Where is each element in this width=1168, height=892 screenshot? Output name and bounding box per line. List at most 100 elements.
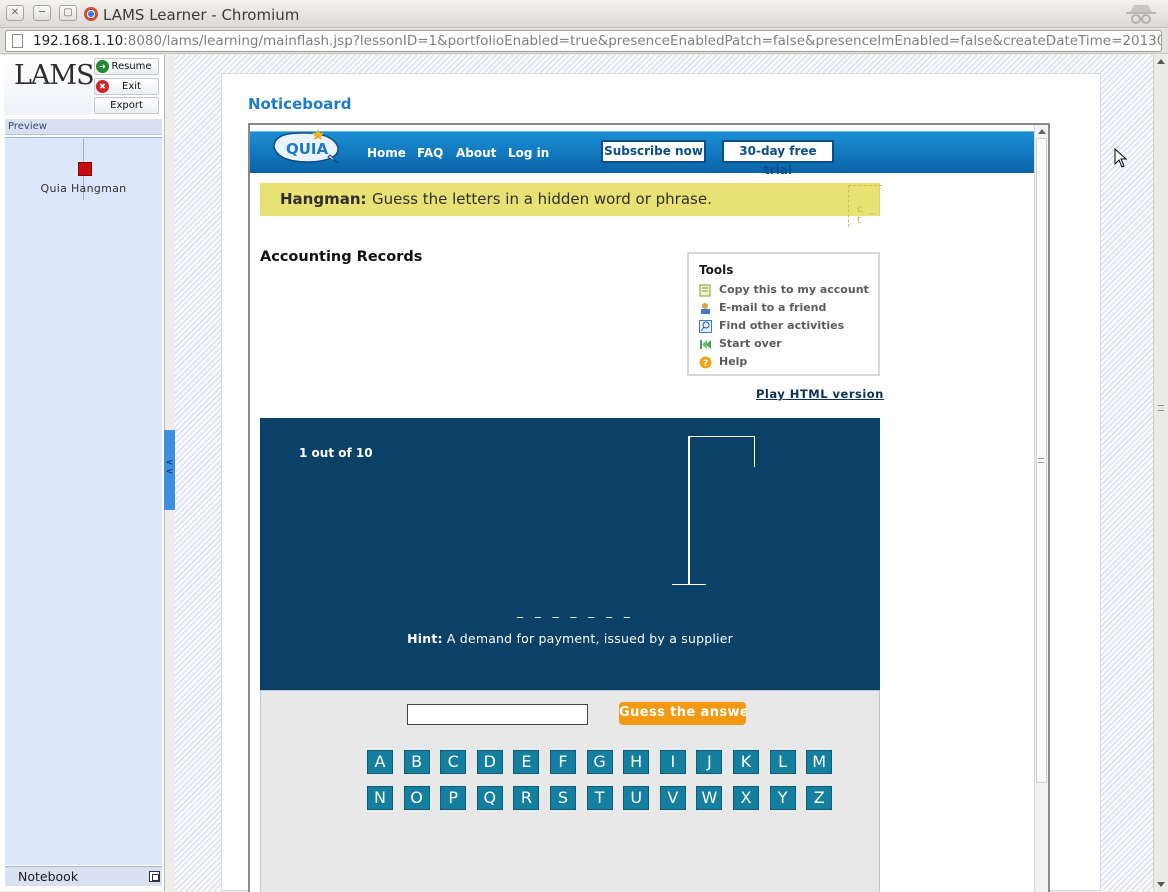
quia-navbar: QUIA Home FAQ About Log in Subscribe now…: [250, 129, 1034, 177]
resume-button[interactable]: ➜ Resume: [94, 58, 159, 75]
activity-banner: Hangman: Guess the letters in a hidden w…: [260, 183, 882, 227]
nav-login-link[interactable]: Log in: [508, 146, 549, 160]
letter-button-p[interactable]: P: [440, 786, 467, 810]
letter-button-m[interactable]: M: [806, 750, 833, 774]
incognito-icon: [1126, 5, 1156, 24]
gallows-rope: [754, 436, 755, 467]
rewind-icon: [700, 340, 711, 349]
letter-button-l[interactable]: L: [769, 750, 796, 774]
activity-node[interactable]: [78, 162, 92, 176]
window-minimize-button[interactable]: ─: [33, 5, 51, 21]
letter-button-g[interactable]: G: [586, 750, 613, 774]
exit-button[interactable]: ✖ Exit: [94, 78, 159, 95]
letter-button-b[interactable]: B: [403, 750, 430, 774]
banner-deco-text: c _ t: [857, 204, 877, 226]
svg-text:QUIA: QUIA: [286, 140, 329, 158]
find-icon: [699, 320, 712, 333]
letter-button-r[interactable]: R: [513, 786, 540, 810]
window-maximize-button[interactable]: ▢: [59, 5, 77, 21]
url-path: :8080/lams/learning/mainflash.jsp?lesson…: [123, 33, 1162, 49]
sequence-map: Quia Hangman: [5, 137, 162, 865]
letter-button-j[interactable]: J: [696, 750, 723, 774]
activity-label[interactable]: Quia Hangman: [5, 182, 162, 195]
gallows-base: [672, 584, 706, 585]
hint-label: Hint:: [407, 631, 443, 646]
letter-button-x[interactable]: X: [733, 786, 759, 810]
notebook-label: Notebook: [18, 869, 79, 884]
svg-text:?: ?: [703, 359, 708, 369]
letter-button-s[interactable]: S: [550, 786, 576, 810]
letter-button-k[interactable]: K: [733, 750, 759, 774]
letter-button-f[interactable]: F: [550, 750, 576, 774]
frame-scroll-grip-icon: [1038, 458, 1044, 463]
letter-button-n[interactable]: N: [367, 786, 393, 810]
letter-button-h[interactable]: H: [623, 750, 650, 774]
noticeboard-title: Noticeboard: [248, 95, 352, 113]
subscribe-button[interactable]: Subscribe now: [601, 140, 706, 163]
page-scrollbar[interactable]: [1153, 55, 1168, 891]
letter-button-y[interactable]: Y: [769, 786, 796, 810]
letter-button-e[interactable]: E: [513, 750, 540, 774]
letter-button-a[interactable]: A: [367, 750, 393, 774]
letter-button-i[interactable]: I: [659, 750, 686, 774]
scroll-grip-icon: [1158, 405, 1164, 411]
tool-email-label: E-mail to a friend: [719, 301, 827, 314]
frame-scrollbar[interactable]: [1034, 125, 1048, 892]
quia-frame: QUIA Home FAQ About Log in Subscribe now…: [248, 123, 1050, 892]
window-titlebar: ✕ ─ ▢ LAMS Learner - Chromium: [0, 0, 1168, 28]
scroll-up-icon[interactable]: [1157, 59, 1165, 64]
activity-title: Accounting Records: [260, 249, 423, 265]
window-title: LAMS Learner - Chromium: [103, 6, 300, 24]
page-icon: [12, 34, 23, 48]
free-trial-button[interactable]: 30-day free trial: [722, 140, 834, 177]
window-close-button[interactable]: ✕: [6, 5, 24, 21]
letter-button-v[interactable]: V: [659, 786, 686, 810]
play-html-link[interactable]: Play HTML version: [756, 387, 884, 401]
tool-copy-label: Copy this to my account: [719, 283, 869, 296]
letter-button-c[interactable]: C: [440, 750, 467, 774]
nav-faq-link[interactable]: FAQ: [417, 146, 443, 160]
hangman-board: 1 out of 10 _ _ _ _ _ _ _ Hint: A demand…: [260, 418, 880, 690]
noticeboard-panel: Noticeboard QUIA Home FAQ About Log in S…: [221, 73, 1101, 892]
mouse-cursor-icon: [1114, 148, 1128, 168]
letter-button-u[interactable]: U: [623, 786, 650, 810]
lams-logo: LAMS: [14, 60, 95, 91]
gallows-beam: [688, 436, 755, 437]
nav-home-link[interactable]: Home: [367, 146, 406, 160]
lams-logo-area: LAMS: [4, 55, 95, 115]
url-host: 192.168.1.10: [33, 33, 124, 49]
letter-button-t[interactable]: T: [586, 786, 613, 810]
hint-value: A demand for payment, issued by a suppli…: [442, 631, 733, 646]
letter-button-o[interactable]: O: [403, 786, 430, 810]
letter-button-w[interactable]: W: [696, 786, 723, 810]
frame-scroll-up-icon[interactable]: [1038, 129, 1046, 134]
chromium-icon: [84, 7, 98, 21]
url-text[interactable]: 192.168.1.10:8080/lams/learning/mainflas…: [33, 33, 1162, 49]
guess-area: Guess the answe ABCDEFGHIJKLM NOPQRSTUVW…: [260, 690, 880, 892]
address-bar[interactable]: 192.168.1.10:8080/lams/learning/mainflas…: [5, 30, 1162, 52]
letter-button-z[interactable]: Z: [806, 786, 833, 810]
letter-button-q[interactable]: Q: [476, 786, 503, 810]
email-icon: [701, 303, 710, 314]
notebook-bar[interactable]: Notebook: [5, 866, 162, 886]
lams-sidebar: LAMS ➜ Resume ✖ Exit Export Preview Quia…: [0, 55, 165, 891]
tools-box: Tools Copy this to my account E-mail to …: [687, 252, 880, 376]
notebook-toggle-icon[interactable]: [149, 871, 160, 882]
sidebar-collapse-handle[interactable]: < <: [164, 430, 175, 510]
progress-counter: 1 out of 10: [299, 446, 373, 460]
resume-icon: ➜: [96, 60, 109, 73]
quia-logo[interactable]: QUIA: [270, 127, 342, 167]
gallows-post: [688, 436, 690, 585]
answer-input[interactable]: [407, 704, 588, 725]
exit-icon: ✖: [96, 80, 109, 93]
exit-label: Exit: [122, 81, 141, 92]
letter-button-d[interactable]: D: [476, 750, 503, 774]
scroll-down-icon[interactable]: [1157, 882, 1165, 887]
export-button[interactable]: Export: [94, 97, 159, 114]
nav-about-link[interactable]: About: [456, 146, 496, 160]
tool-help-label: Help: [719, 355, 748, 368]
export-label: Export: [110, 100, 143, 111]
guess-answer-button[interactable]: Guess the answe: [619, 702, 746, 725]
tool-find-label: Find other activities: [719, 319, 845, 332]
toolbar: 192.168.1.10:8080/lams/learning/mainflas…: [0, 28, 1168, 54]
